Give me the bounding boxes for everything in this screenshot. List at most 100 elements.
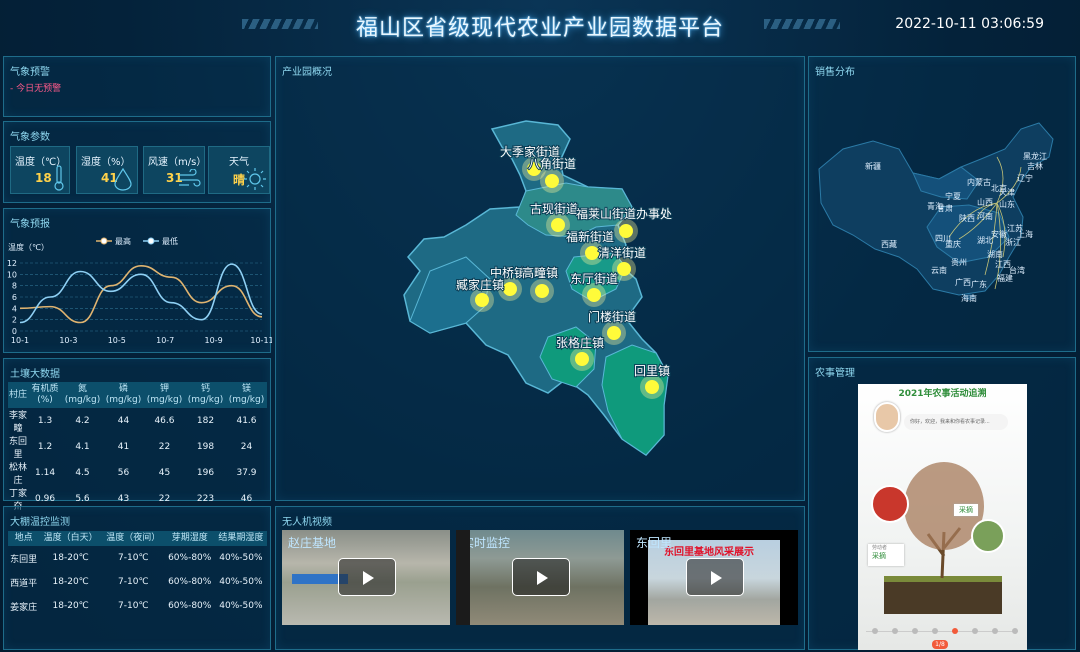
legend: 最高 最低: [96, 236, 178, 246]
col-nitrogen: 氮(mg/kg): [61, 382, 103, 408]
cell: 李家疃: [9, 411, 28, 434]
panel-title: 无人机视频: [282, 517, 332, 528]
soil-table: 村庄 有机质(%) 氮(mg/kg) 磷(mg/kg) 钾(mg/kg) 钙(m…: [8, 382, 267, 512]
cell: 18-20℃: [52, 601, 89, 611]
col-fruit-humidity: 结果期湿度: [214, 531, 267, 546]
wind-icon: [179, 169, 201, 187]
scene-pillar: [456, 530, 470, 625]
table-row: 李家疃 1.3 4.2 44 46.6 182 41.6: [8, 408, 267, 434]
timeline-dot[interactable]: [992, 628, 998, 634]
map-marker[interactable]: [645, 380, 659, 394]
tag-pick-1: 采摘: [954, 504, 978, 516]
play-button[interactable]: [686, 558, 744, 596]
timeline-dot[interactable]: [912, 628, 918, 634]
province-label: 甘肃: [937, 203, 953, 213]
forecast-chart: 最高 最低 温度（℃） 0 2 4 6 8 10 12 10-1 10-3 10-5 10-7 10-…: [7, 236, 272, 345]
wind-card: 风速（m/s） 31: [143, 146, 207, 194]
card-label: 风速（m/s）: [148, 157, 207, 168]
panel-title: 大棚温控监测: [10, 517, 70, 528]
table-header: 地点 温度（白天） 温度（夜间） 芽期湿度 结果期湿度: [8, 531, 267, 546]
x-tick-label: 10-3: [59, 336, 77, 345]
district-map[interactable]: 大季家街道八角街道古现街道福莱山街道办事处福新街道清洋街道中桥镇高疃镇臧家庄镇东…: [276, 57, 806, 502]
province-label: 贵州: [951, 257, 967, 267]
province-label: 黑龙江: [1023, 151, 1047, 161]
x-tick-label: 10-1: [11, 336, 29, 345]
timeline-dot[interactable]: [952, 628, 958, 634]
play-button[interactable]: [338, 558, 396, 596]
province-label: 广西: [955, 277, 971, 287]
map-marker[interactable]: [607, 326, 621, 340]
col-location: 地点: [8, 531, 40, 546]
farm-poster[interactable]: 2021年农事活动追溯 你好，欢迎，我来和你看农事记录... 采摘 劳动者 采摘…: [858, 384, 1027, 650]
greenhouse-table: 地点 温度（白天） 温度（夜间） 芽期湿度 结果期湿度 东回里 18-20℃ 7-1…: [8, 531, 267, 618]
cell: 41: [117, 442, 130, 452]
video-thumbnail-2[interactable]: 实时监控: [456, 530, 624, 625]
table-row: 东回里 1.2 4.1 41 22 198 24: [8, 434, 267, 460]
panel-title: 气象参数: [10, 132, 50, 143]
map-marker[interactable]: [617, 262, 631, 276]
col-magnesium: 镁(mg/kg): [225, 382, 267, 408]
tree-illustration: [871, 462, 1005, 614]
region-huili: [601, 344, 669, 456]
y-tick-label: 2: [12, 316, 17, 325]
cell: 24: [240, 442, 253, 452]
soil-panel: 土壤大数据 村庄 有机质(%) 氮(mg/kg) 磷(mg/kg) 钾(mg/k…: [3, 358, 271, 512]
video-thumbnail-3[interactable]: 东回里基地风采展示 东回里: [630, 530, 798, 625]
map-marker[interactable]: [585, 246, 599, 260]
cell: 37.9: [236, 468, 257, 478]
col-phosphorus: 磷(mg/kg): [102, 382, 144, 408]
marker-label: 臧家庄镇: [456, 277, 504, 292]
timeline-dot[interactable]: [872, 628, 878, 634]
cell: 东回里: [9, 437, 28, 460]
marker-label: 八角街道: [528, 157, 576, 171]
cell: 60%-80%: [168, 601, 212, 611]
y-tick-label: 10: [7, 270, 17, 279]
y-tick-label: 8: [12, 282, 17, 291]
datetime: 2022-10-11 03:06:59: [895, 16, 1044, 32]
park-overview-panel: 产业园概况 大季家街道 八角街道 古现街道 福莱山街道办事处 福新街道 清洋街道 中桥镇 高疃…: [275, 56, 805, 501]
timeline-dot[interactable]: [932, 628, 938, 634]
timeline-dot[interactable]: [1012, 628, 1018, 634]
timeline-dot[interactable]: [972, 628, 978, 634]
header: 福山区省级现代农业产业园数据平台 2022-10-11 03:06:59: [0, 0, 1080, 52]
x-tick-label: 10-9: [205, 336, 223, 345]
cell: 4.5: [75, 468, 90, 478]
tag-sub: 劳动者: [872, 545, 888, 551]
cell: 22: [158, 442, 171, 452]
province-label: 重庆: [945, 239, 961, 249]
province-label: 辽宁: [1017, 173, 1033, 183]
weather-warning-panel: 气象预警 - 今日无预警: [3, 56, 271, 117]
map-marker[interactable]: [503, 282, 517, 296]
cell: 4.1: [75, 442, 90, 452]
page-badge: 1/8: [932, 640, 948, 649]
play-button[interactable]: [512, 558, 570, 596]
panel-title: 土壤大数据: [10, 369, 60, 380]
tag-pick-2: 劳动者 采摘: [868, 544, 904, 566]
col-temp-day: 温度（白天）: [39, 531, 102, 546]
timeline-dot[interactable]: [892, 628, 898, 634]
cell: 182: [196, 416, 215, 426]
cell: 东回里: [10, 554, 38, 565]
map-marker[interactable]: [475, 293, 489, 307]
cell: 姜家庄: [10, 602, 38, 613]
map-marker[interactable]: [551, 218, 565, 232]
col-temp-night: 温度（夜间）: [101, 531, 165, 546]
province-label: 湖南: [987, 249, 1003, 259]
avatar: [874, 402, 900, 432]
map-marker[interactable]: [619, 224, 633, 238]
cell: 44: [117, 416, 130, 426]
cell: 40%-50%: [219, 601, 263, 611]
video-thumbnail-1[interactable]: 赵庄基地: [282, 530, 450, 625]
cell: 45: [158, 468, 171, 478]
play-icon: [363, 571, 374, 585]
province-label: 山东: [999, 199, 1015, 209]
map-marker[interactable]: [575, 352, 589, 366]
panel-title: 农事管理: [815, 368, 855, 379]
province-label: 海南: [961, 293, 977, 303]
china-map[interactable]: 新疆黑龙江吉林辽宁内蒙古北京天津宁夏青海 山西甘肃陕西 河南山东西藏四川重庆 湖北安徽…: [809, 57, 1077, 353]
map-marker[interactable]: [535, 284, 549, 298]
cell: 46.6: [154, 416, 175, 426]
province-label: 陕西: [959, 213, 975, 223]
map-marker[interactable]: [587, 288, 601, 302]
map-marker[interactable]: [545, 174, 559, 188]
